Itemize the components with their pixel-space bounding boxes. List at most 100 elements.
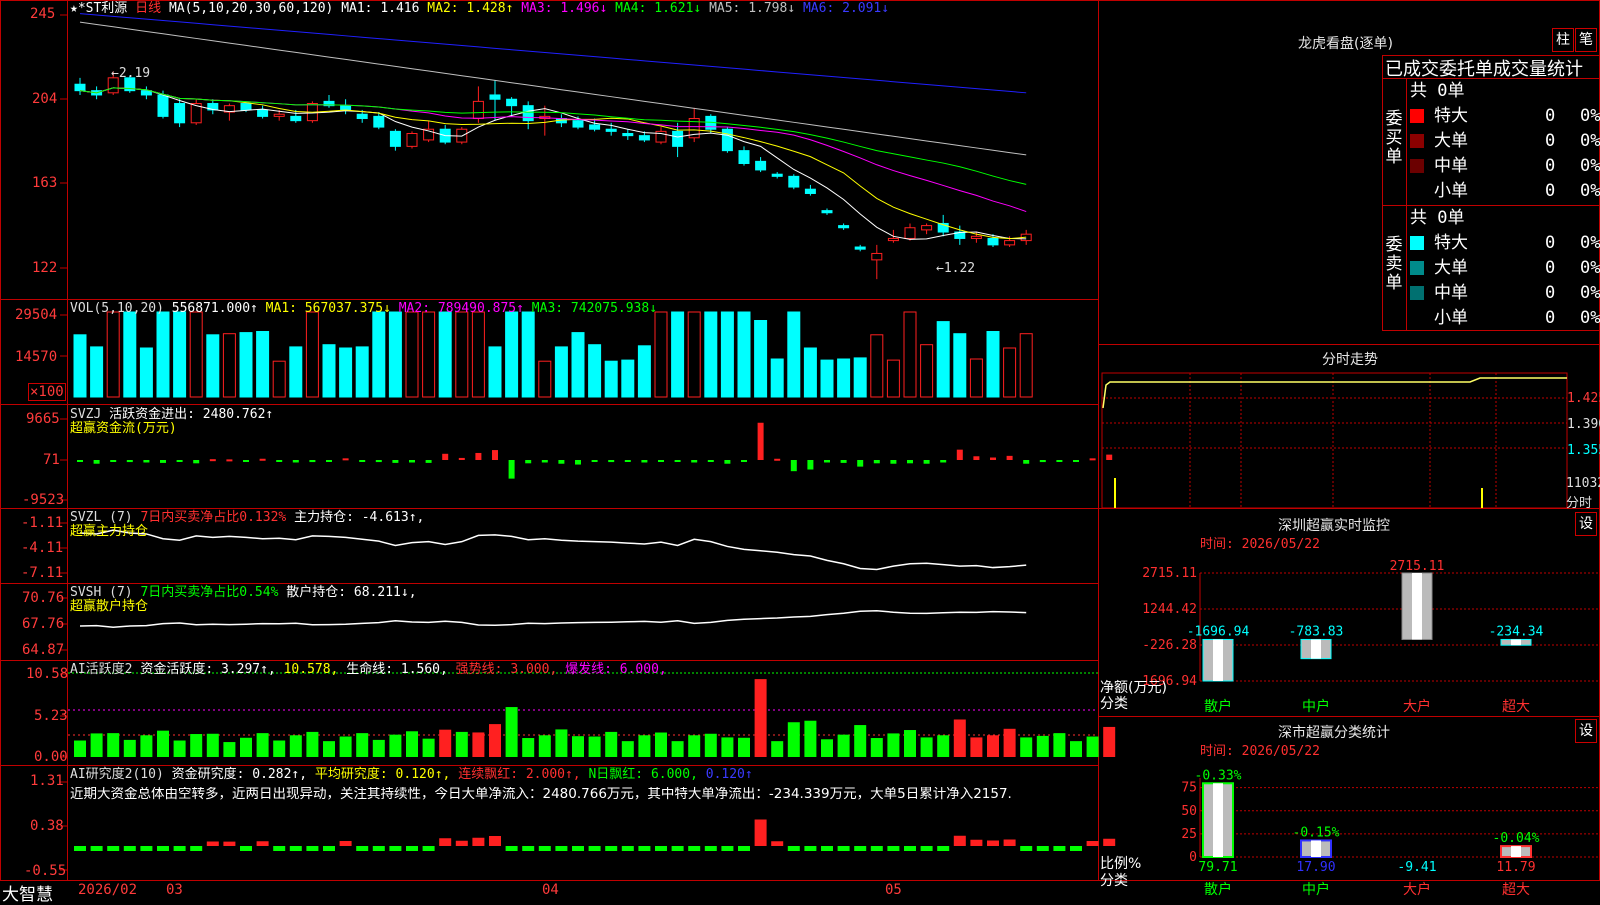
ai-active-bar [704,733,717,757]
intraday-vol [1114,478,1116,508]
ma5-value: MA5: 1.798↓ [709,1,796,16]
date-label: 03 [166,882,183,898]
column-view-button[interactable]: 柱 [1552,28,1574,52]
svzj-bar [143,460,150,463]
svzj-bar [475,452,482,460]
intraday-tick: 1.425 [1567,391,1600,406]
ai-active-bar [256,733,269,757]
order-swatch [1410,184,1424,198]
svzj-bar [757,422,764,460]
svzl-tick: -4.11 [21,540,64,556]
ai-active-bar [107,733,120,757]
volume-bar [322,344,336,398]
ai-active-bar [74,740,86,757]
sz-monitor-title: 深圳超赢实时监控 [1278,518,1390,534]
order-pct: 0% [1580,233,1600,253]
ai-active-bar [190,734,203,757]
stock-name[interactable]: ★*ST利源 [70,1,127,16]
vol-unit-button[interactable]: ×100 [28,383,66,401]
sz-bar-highlight [1311,639,1321,659]
svzj-bar [674,460,681,462]
volume-bars [73,311,1033,398]
candle-body [622,133,634,137]
candle-body [506,98,518,107]
sz-bar-label: -234.34 [1489,624,1544,639]
volume-bar [438,311,452,398]
candle-body [356,113,368,120]
svzj-bar [624,460,631,462]
volume-bar [388,311,402,398]
svzj-bar [193,460,200,464]
ai-research-bar [704,846,717,851]
ai-research-bar [223,841,236,846]
candle-body [904,227,916,239]
svzl-line [79,529,1027,571]
ai-active-bar [1086,736,1099,757]
volume-bar [837,358,851,398]
period-label[interactable]: 日线 [135,1,161,16]
ai-active-tick: 10.58 [26,666,69,682]
candle-body [174,103,186,124]
svzj-bar [160,460,166,463]
sz-bar-highlight [1213,639,1223,681]
svzj-bar [591,460,598,462]
order-swatch [1410,286,1424,300]
svzl-header: SVZL (7) 7日内买卖净占比0.132% 主力持仓: -4.613↑, [70,510,424,525]
svzj-bar [956,449,963,460]
volume-bar [123,311,137,398]
ai-research-bar [472,837,485,846]
svzj-bar [409,460,415,463]
ai-research-e: 0.120↑ [705,767,753,782]
candle-body [157,94,169,117]
cls-settings-button[interactable]: 设 [1575,719,1597,743]
ai-research-bar [754,819,767,846]
svzl-line [79,529,1027,571]
svsh-subtitle: 超赢散户持仓 [70,599,149,614]
ai-active-c: 生命线: 1.560, [346,662,448,677]
cls-tick: 50 [1181,804,1197,819]
vol-header: VOL(5,10,20) 556871.000↑ MA1: 567037.375… [70,301,657,316]
volume-bar [903,311,917,398]
svzj-bar [873,460,880,464]
volume-bar [73,334,87,398]
ai-active-bar [123,739,136,757]
ai-research-bar [273,846,286,851]
ai-research-bar [1003,839,1016,846]
ai-research-bar [140,846,153,851]
ai-research-bar [920,846,933,851]
ai-research-bar [854,846,867,851]
vol-value: 556871.000↑ [171,301,258,316]
ai-research-bar [306,846,319,851]
date-label: 04 [542,882,559,898]
volume-bar [422,311,436,398]
ai-research-bar [339,841,352,846]
ai-research-tick: 1.31 [30,773,64,789]
svzj-bar [243,460,249,462]
ai-active-bar [1020,737,1033,757]
svsh-tick: 67.76 [22,616,65,632]
volume-bar [770,358,784,398]
order-count: 0 [1545,131,1556,151]
candle-body [738,150,750,164]
ai-active-bar [455,731,468,757]
ai-research-c: 连续飘红: 2.000↑, [458,767,581,782]
volume-bar [754,320,768,398]
tick-view-button[interactable]: 笔 [1575,28,1597,52]
ai-research-bar [123,846,136,851]
ai-active-bar [572,736,584,757]
sz-bar-highlight [1511,639,1521,646]
volume-bar [139,347,153,398]
ai-active-bar [273,740,286,757]
date-label: 05 [885,882,902,898]
sz-bar-label: 2715.11 [1390,559,1445,574]
candle-body [572,120,584,128]
volume-bar [156,311,170,398]
order-pct: 0% [1580,283,1600,303]
svzj-bar [508,460,515,479]
svzj-bar [525,460,532,464]
buy-side-label: 委买单 [1385,109,1403,167]
svzj-bar [1073,460,1079,462]
ai-research-bar [887,846,900,851]
sz-settings-button[interactable]: 设 [1575,512,1597,536]
svzj-bar [342,458,349,461]
